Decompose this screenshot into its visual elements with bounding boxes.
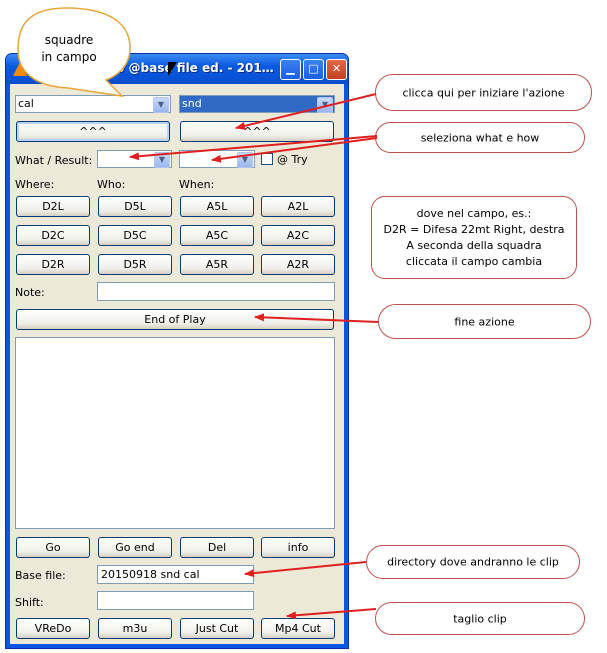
team-left-select[interactable]: cal ▼ [15,95,171,113]
callout-field: dove nel campo, es.: D2R = Difesa 22mt R… [371,196,577,279]
m3u-button[interactable]: m3u [98,618,172,639]
zone-button[interactable]: A5L [180,196,254,217]
when-label: When: [179,178,215,191]
callout-end: fine azione [378,304,591,339]
callout-cut: taglio clip [375,602,585,635]
team-right-select[interactable]: snd ▼ [179,95,335,113]
mp4-cut-button[interactable]: Mp4 Cut [261,618,335,639]
callout-directory-text: directory dove andranno le clip [387,555,559,569]
shift-label: Shift: [15,596,44,609]
chevron-down-icon[interactable]: ▼ [154,152,170,168]
callout-end-text: fine azione [454,315,515,328]
zone-button[interactable]: D5L [98,196,172,217]
zone-button[interactable]: A2L [261,196,335,217]
go-end-button[interactable]: Go end [98,537,172,558]
try-checkbox[interactable] [261,153,273,165]
what-result-label: What / Result: [15,154,93,167]
window-title: 6 @base file ed. - 201… [116,61,274,75]
team-right-value: snd [182,97,202,110]
zone-button[interactable]: A2C [261,225,335,246]
chevron-down-icon[interactable]: ▼ [237,152,253,168]
note-label: Note: [15,286,45,299]
minimize-button[interactable]: ▁ [280,59,301,80]
client-area: cal ▼ snd ▼ ^^^ ^^^ What / Result: ▼ ▼ @… [10,84,344,644]
zone-button[interactable]: D2R [16,254,90,275]
try-label: @ Try [277,153,308,166]
team-left-value: cal [18,97,34,110]
del-button[interactable]: Del [180,537,254,558]
events-list[interactable] [15,337,335,529]
chevron-down-icon[interactable]: ▼ [317,97,333,113]
what-select[interactable]: ▼ [97,150,172,168]
callout-field-line-1: dove nel campo, es.: [416,206,532,220]
callout-start-action-text: clicca qui per iniziare l'azione [402,86,565,99]
base-file-input[interactable]: 20150918 snd cal [97,565,254,584]
zone-button[interactable]: A2R [261,254,335,275]
callout-start-action: clicca qui per iniziare l'azione [375,74,592,111]
how-select[interactable]: ▼ [179,150,255,168]
mouse-cursor-icon [168,62,177,76]
callout-directory: directory dove andranno le clip [366,545,580,579]
zone-button[interactable]: D2C [16,225,90,246]
go-button[interactable]: Go [16,537,90,558]
start-action-right-button[interactable]: ^^^ [180,121,334,142]
shift-input[interactable] [97,591,254,610]
zone-button[interactable]: D5C [98,225,172,246]
just-cut-button[interactable]: Just Cut [180,618,254,639]
speech-bubble-line-2: in campo [41,50,97,64]
zone-button[interactable]: D2L [16,196,90,217]
callout-what-how-text: seleziona what e how [420,131,540,144]
close-button[interactable]: ✕ [326,59,347,80]
callout-field-line-3: A seconda della squadra [406,238,542,252]
app-window: 6 @base file ed. - 201… ▁ □ ✕ cal ▼ snd … [5,53,349,649]
base-file-value: 20150918 snd cal [101,568,200,581]
vlc-cone-icon [13,62,27,76]
vredo-button[interactable]: VReDo [16,618,90,639]
zone-button[interactable]: D5R [98,254,172,275]
callout-field-line-2: D2R = Difesa 22mt Right, destra [383,222,565,236]
base-file-label: Base file: [15,569,66,582]
note-input[interactable] [97,282,335,301]
end-of-play-button[interactable]: End of Play [16,309,334,330]
maximize-button[interactable]: □ [303,59,324,80]
start-action-left-button[interactable]: ^^^ [16,121,170,142]
chevron-down-icon[interactable]: ▼ [153,97,169,113]
who-label: Who: [97,178,126,191]
zone-button[interactable]: A5C [180,225,254,246]
info-button[interactable]: info [261,537,335,558]
callout-field-line-4: cliccata il campo cambia [405,254,543,268]
callout-cut-text: taglio clip [453,612,507,625]
speech-bubble-line-1: squadre [44,33,94,47]
where-label: Where: [15,178,55,191]
zone-button[interactable]: A5R [180,254,254,275]
callout-what-how: seleziona what e how [375,122,585,153]
